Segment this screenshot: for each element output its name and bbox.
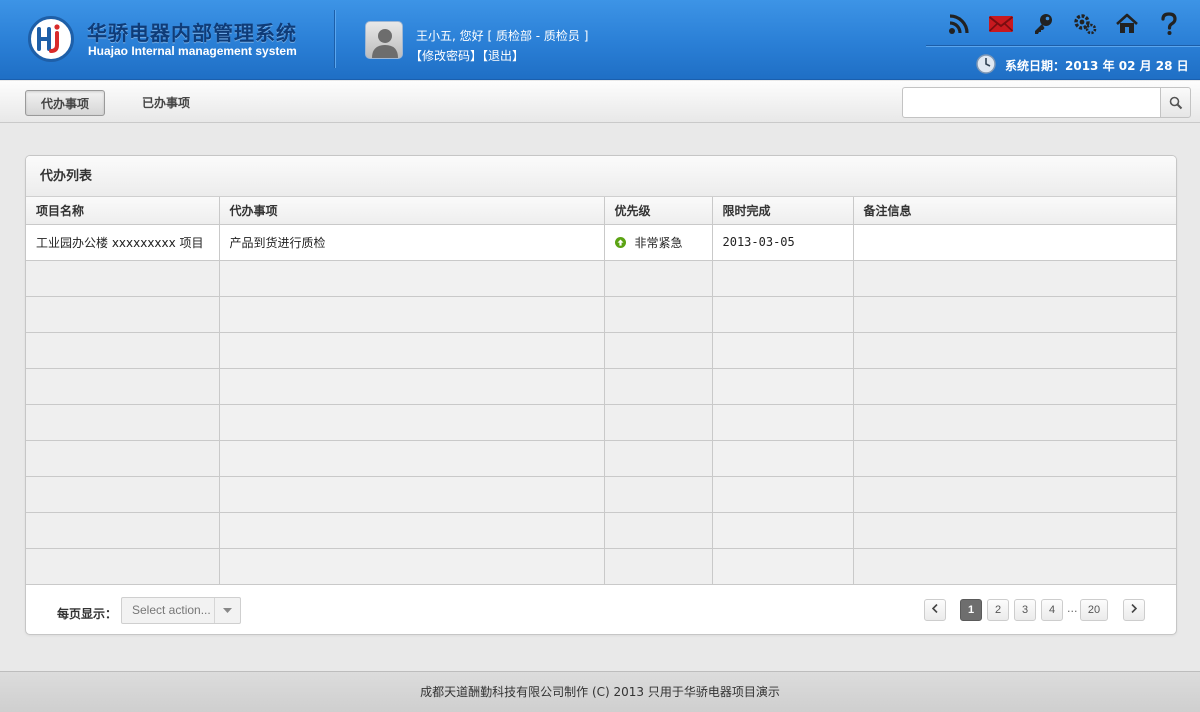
prev-page-button[interactable] (924, 599, 946, 621)
avatar[interactable] (365, 21, 403, 59)
user-greeting: 王小五, 您好 [ 质检部 - 质检员 ] (416, 29, 589, 43)
table-row (26, 512, 1176, 549)
table-row (26, 260, 1176, 297)
tab-done[interactable]: 已办事项 (128, 90, 204, 116)
next-page-button[interactable] (1123, 599, 1145, 621)
header-icon-bar (946, 10, 1182, 38)
pending-table: 项目名称 代办事项 优先级 限时完成 备注信息 工业园办公楼 xxxxxxxxx… (26, 197, 1176, 585)
header-rule (926, 45, 1200, 47)
brand-title-en: Huajao Internal management system (88, 44, 297, 58)
panel-title: 代办列表 (26, 156, 1176, 197)
column-header[interactable]: 项目名称 (26, 197, 220, 225)
page-button-3[interactable]: 3 (1014, 599, 1036, 621)
search-input[interactable] (902, 87, 1160, 118)
pending-list-panel: 代办列表 项目名称 代办事项 优先级 限时完成 备注信息 工业园办公楼 xxxx… (25, 155, 1177, 635)
page-button-2[interactable]: 2 (987, 599, 1009, 621)
table-row (26, 296, 1176, 333)
chevron-down-icon[interactable] (214, 598, 240, 623)
per-page-select[interactable]: Select action... (121, 597, 241, 624)
per-page-label: 每页显示： (57, 607, 118, 621)
cell-deadline: 2013-03-05 (712, 224, 854, 261)
header-divider (334, 10, 336, 68)
logout-link[interactable]: 【退出】 (482, 49, 524, 63)
table-header-row: 项目名称 代办事项 优先级 限时完成 备注信息 (26, 197, 1176, 225)
table-row (26, 332, 1176, 369)
logo-icon (37, 24, 60, 53)
clock-icon (976, 54, 996, 74)
tab-pending[interactable]: 代办事项 (25, 90, 105, 116)
brand-title-cn: 华骄电器内部管理系统 (87, 21, 297, 45)
change-password-link[interactable]: 【修改密码】 (410, 49, 482, 63)
chevron-left-icon (931, 603, 938, 614)
company-logo (28, 16, 74, 62)
table-row (26, 476, 1176, 513)
page-button-20[interactable]: 20 (1080, 599, 1108, 621)
page-button-1[interactable]: 1 (960, 599, 982, 621)
search-button[interactable] (1160, 87, 1191, 118)
column-header[interactable]: 优先级 (604, 197, 713, 225)
user-links: 【修改密码】【退出】 (410, 47, 524, 64)
home-icon[interactable] (1114, 11, 1140, 37)
key-icon[interactable] (1030, 11, 1056, 37)
rss-icon[interactable] (946, 11, 972, 37)
cell-task: 产品到货进行质检 (219, 224, 605, 261)
user-silhouette-icon (372, 29, 398, 58)
table-row (26, 368, 1176, 405)
table-row (26, 440, 1176, 477)
top-header: 华骄电器内部管理系统 Huajao Internal management sy… (0, 0, 1200, 80)
priority-label: 非常紧急 (634, 235, 683, 250)
system-date: 系统日期：2013 年 02 月 28 日 (1005, 59, 1189, 73)
table-row (26, 404, 1176, 441)
column-header[interactable]: 备注信息 (853, 197, 1176, 225)
cell-project: 工业园办公楼 xxxxxxxxx 项目 (26, 224, 220, 261)
table-row (26, 548, 1176, 585)
table-row[interactable]: 工业园办公楼 xxxxxxxxx 项目 产品到货进行质检 非常紧急 2013-0… (26, 224, 1176, 261)
page-ellipsis: ... (1067, 602, 1078, 615)
help-icon[interactable] (1156, 11, 1182, 37)
cell-remark (853, 224, 1176, 261)
column-header[interactable]: 代办事项 (219, 197, 605, 225)
select-placeholder: Select action... (132, 603, 211, 617)
page-button-4[interactable]: 4 (1041, 599, 1063, 621)
settings-icon[interactable] (1072, 11, 1098, 37)
chevron-right-icon (1131, 603, 1138, 614)
mail-icon[interactable] (988, 11, 1014, 37)
search-icon (1169, 96, 1182, 109)
column-header[interactable]: 限时完成 (712, 197, 854, 225)
cell-priority: 非常紧急 (604, 224, 713, 261)
page-footer: 成都天道酬勤科技有限公司制作 (C) 2013 只用于华骄电器项目演示 (0, 671, 1200, 712)
toolbar: 代办事项 已办事项 (0, 81, 1200, 123)
priority-up-arrow-icon (614, 236, 626, 248)
